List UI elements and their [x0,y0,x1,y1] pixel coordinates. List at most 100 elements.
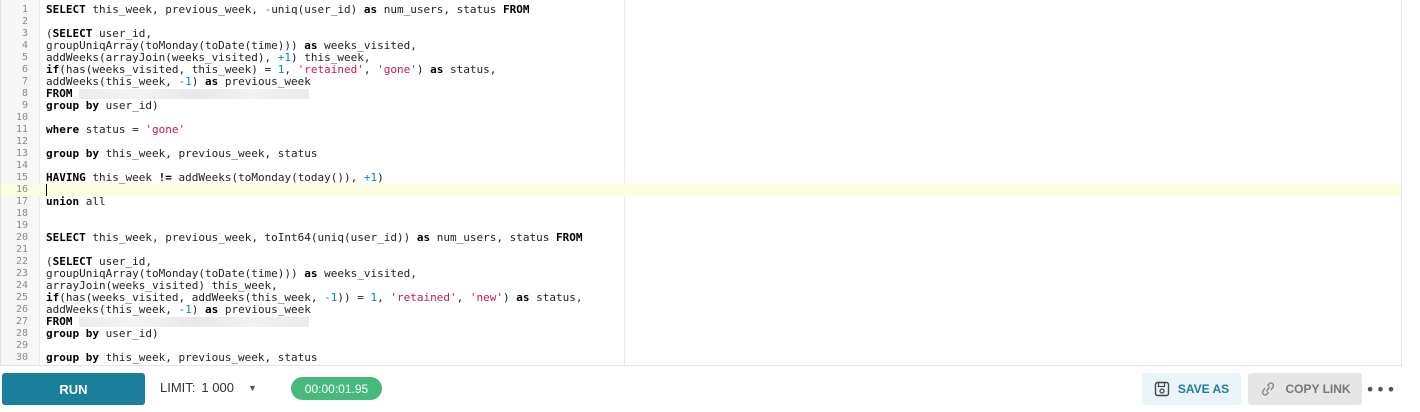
save-icon [1154,381,1170,397]
code-text: HAVING this_week != addWeeks(toMonday(to… [46,172,384,184]
sql-token: previous_week [218,75,311,88]
save-as-label: SAVE AS [1177,382,1230,396]
query-toolbar: RUN LIMIT: 1 000 ▼ 00:00:01.95 SAVE AS C… [0,366,1420,412]
sql-keyword: != [158,171,172,184]
sql-keyword: HAVING [46,171,86,184]
code-line[interactable]: 21 [1,244,1401,256]
code-lines[interactable]: 1 SELECT this_week, previous_week, -uniq(… [1,4,1401,364]
sql-token: previous_week [218,303,311,316]
sql-keyword: union [46,195,80,208]
caret-down-icon[interactable]: ▼ [248,383,257,393]
sql-token: status, [529,291,583,304]
copy-link-button[interactable]: COPY LINK [1248,373,1362,405]
code-line[interactable]: 16 [1,184,1401,196]
elapsed-time-badge: 00:00:01.95 [291,377,382,400]
sql-keyword: group by [46,99,99,112]
code-line[interactable]: 28 group by user_id) [1,328,1401,340]
code-line[interactable]: 13 group by this_week, previous_week, sta… [1,148,1401,160]
sql-token: all [79,195,106,208]
sql-keyword: group by [46,327,99,340]
sql-token: uniq(user_id) [271,3,364,16]
line-number: 18 [15,208,28,219]
code-text: group by user_id) [46,328,159,340]
sql-number: -1 [324,291,338,304]
sql-token: ) [191,75,205,88]
code-line[interactable]: 27 FROM [1,316,1401,328]
line-number: 13 [15,148,28,159]
limit-selector[interactable]: LIMIT: 1 000 ▼ [160,380,257,395]
sql-keyword: group by [46,147,99,160]
sql-token: ) [503,291,517,304]
line-number: 29 [15,340,28,351]
line-number: 28 [15,328,28,339]
line-number: 25 [15,292,28,303]
sql-keyword: as [304,267,318,280]
sql-token: , [377,291,391,304]
line-number: 22 [15,256,28,267]
line-number: 12 [15,136,28,147]
link-icon [1259,381,1277,397]
code-line[interactable]: 18 [1,208,1401,220]
sql-token: num_users, status [430,231,556,244]
code-text: group by this_week, previous_week, statu… [46,352,318,364]
line-number: 10 [15,112,28,123]
code-text: SELECT this_week, previous_week, toInt64… [46,232,582,244]
sql-keyword: as [416,231,431,244]
sql-keyword: SELECT [46,231,86,244]
sql-keyword: as [516,291,530,304]
code-line[interactable]: 26 addWeeks(this_week, -1) as previous_we… [1,304,1401,316]
line-number: 21 [15,244,28,255]
line-number: 20 [15,232,28,243]
save-as-button[interactable]: SAVE AS [1142,373,1241,405]
sql-keyword: as [204,75,219,88]
sql-token: status = [79,123,146,136]
code-line[interactable]: 1 SELECT this_week, previous_week, -uniq(… [1,4,1401,16]
code-line[interactable]: 8 FROM [1,88,1401,100]
sql-number: -1 [178,75,192,88]
sql-string: 'gone' [145,123,186,136]
code-line[interactable]: 10 [1,112,1401,124]
line-number: 27 [15,316,28,327]
sql-token: this_week, previous_week, status [98,147,318,160]
line-number: 16 [15,184,28,195]
sql-keyword: as [430,63,444,76]
run-button[interactable]: RUN [2,373,145,405]
line-number: 23 [15,268,28,279]
code-text: SELECT this_week, previous_week, -uniq(u… [46,4,530,16]
sql-token: this_week, previous_week, [85,3,265,16]
code-line[interactable]: 15 HAVING this_week != addWeeks(toMonday(… [1,172,1401,184]
line-number: 14 [15,160,28,171]
code-line[interactable]: 20 SELECT this_week, previous_week, toInt… [1,232,1401,244]
sql-token: this_week [85,171,159,184]
sql-editor[interactable]: 1 SELECT this_week, previous_week, -uniq(… [0,0,1402,366]
copy-link-label: COPY LINK [1285,382,1351,396]
line-number: 30 [15,352,28,363]
sql-token: user_id) [98,327,159,340]
line-number: 1 [21,4,28,15]
code-line[interactable]: 17 union all [1,196,1401,208]
line-number: 4 [21,40,28,51]
sql-token: ) [377,171,384,184]
code-text: group by user_id) [46,100,159,112]
code-line[interactable]: 9 group by user_id) [1,100,1401,112]
sql-token: , [363,63,378,76]
code-text: group by this_week, previous_week, statu… [46,148,318,160]
sql-token: status, [443,63,497,76]
line-number: 19 [15,220,28,231]
line-number: 3 [21,28,28,39]
sql-keyword: group by [46,351,99,364]
line-number: 8 [21,88,28,99]
code-line[interactable]: 30 group by this_week, previous_week, sta… [1,352,1401,364]
sql-keyword: as [204,303,219,316]
sql-string: 'gone' [377,63,417,76]
code-line[interactable]: 11 where status = 'gone' [1,124,1401,136]
line-number: 7 [21,76,28,87]
code-text: addWeeks(this_week, -1) as previous_week [46,304,311,316]
code-line[interactable]: 7 addWeeks(this_week, -1) as previous_wee… [1,76,1401,88]
sql-string: 'new' [469,291,504,304]
code-line[interactable]: 2 [1,16,1401,28]
limit-label: LIMIT: [160,380,196,395]
sql-keyword: as [363,3,378,16]
sql-number: -1 [178,303,192,316]
more-horizontal-icon[interactable]: ••• [1365,379,1395,399]
